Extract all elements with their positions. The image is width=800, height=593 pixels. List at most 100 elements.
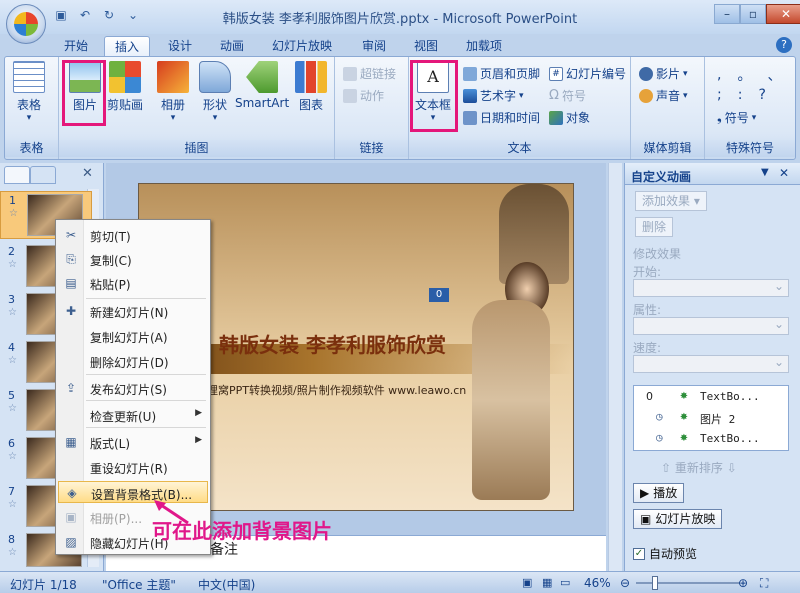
movie-button[interactable]: 影片 ▾ [639,65,688,82]
autopreview-checkbox[interactable]: ✓ 自动预览 [633,545,697,562]
punct-enum-comma[interactable]: 、 [767,65,781,85]
close-icon[interactable]: ✕ [779,166,789,180]
property-select[interactable] [633,317,789,335]
tab-insert[interactable]: 插入 [104,36,151,56]
clock-icon: ◷ [656,431,663,444]
album-icon [157,61,189,93]
tab-review[interactable]: 审阅 [352,36,396,56]
dropdown-arrow-icon: ▾ [212,113,218,123]
menu-reset-slide[interactable]: 重设幻灯片(R) [58,456,208,478]
group-label-media: 媒体剪辑 [631,140,704,157]
wordart-button[interactable]: 艺术字 ▾ [463,87,524,104]
chart-icon [295,61,327,93]
add-effect-button[interactable]: 添加效果 ▾ [635,191,707,211]
slide-number-button[interactable]: # 幻灯片编号 [549,65,626,82]
animation-star-icon: ☆ [8,355,17,366]
action-icon [343,88,357,103]
maximize-button[interactable]: ▫ [740,4,766,24]
help-icon[interactable]: ? [776,37,792,53]
close-icon[interactable]: ✕ [82,166,93,181]
group-links: 超链接 动作 链接 [335,57,409,159]
window-controls: – ▫ ✕ [714,4,800,24]
remove-effect-button[interactable]: 删除 [635,217,674,237]
tab-view[interactable]: 视图 [404,36,448,56]
animation-item[interactable]: ◷ ✸ 图片 2 [634,407,776,427]
property-label: 属性: [633,303,662,317]
clipart-button[interactable]: 剪贴画 [107,61,143,113]
menu-cut[interactable]: ✂ 剪切(T) [58,224,208,246]
punct-question[interactable]: ? [758,87,765,103]
tab-design[interactable]: 设计 [158,36,202,56]
datetime-button[interactable]: 日期和时间 [463,109,540,126]
group-media: 影片 ▾ 声音 ▾ 媒体剪辑 [631,57,705,159]
sound-button[interactable]: 声音 ▾ [639,87,688,104]
slideshow-view-icon[interactable]: ▭ [560,576,570,589]
format-background-icon: ◈ [67,486,77,500]
punct-comma[interactable]: , [717,67,721,83]
menu-check-updates[interactable]: 检查更新(U) ▶ [58,404,208,426]
smartart-icon [246,61,279,93]
slide-title[interactable]: 韩版女装 李孝利服饰欣赏 [219,329,446,358]
close-button[interactable]: ✕ [766,4,800,24]
slide-subtitle[interactable]: 狸窝PPT转换视频/照片制作视频软件 www.leawo.cn [207,382,466,398]
language-indicator[interactable]: 中文(中国) [198,576,255,593]
slide-count: 幻灯片 1/18 [10,578,77,592]
header-footer-button[interactable]: 页眉和页脚 [463,65,540,82]
fit-window-icon[interactable]: ⛶ [760,576,768,591]
shapes-button[interactable]: 形状 ▾ [199,61,231,123]
slideshow-button[interactable]: ▣ 幻灯片放映 [633,509,723,529]
zoom-slider-thumb[interactable] [652,576,658,590]
zoom-level[interactable]: 46% [584,576,611,590]
punct-semicolon[interactable]: ; [717,87,722,103]
animation-item[interactable]: 0 ✸ TextBo... [634,386,776,406]
move-down-icon[interactable]: ⇩ [727,461,737,475]
minimize-button[interactable]: – [714,4,740,24]
menu-duplicate-slide[interactable]: 复制幻灯片(A) [58,325,208,347]
scissors-icon: ✂ [65,228,77,242]
object-button[interactable]: 对象 [549,109,590,126]
smartart-label: SmartArt [235,96,290,110]
move-up-icon[interactable]: ⇧ [661,461,671,475]
tab-home[interactable]: 开始 [54,36,98,56]
menu-paste[interactable]: ▤ 粘贴(P) [58,272,208,294]
start-select[interactable] [633,279,789,297]
menu-separator [86,400,206,401]
play-button[interactable]: ▶ 播放 [633,483,685,503]
tab-slideshow[interactable]: 幻灯片放映 [262,36,342,56]
smartart-button[interactable]: SmartArt [235,61,289,110]
dropdown-arrow-icon[interactable]: ▼ [761,167,769,178]
edit-scrollbar[interactable] [608,163,622,571]
menu-copy[interactable]: ⎘ 复制(C) [58,248,208,270]
symbols-dropdown-button[interactable]: ❟ 符号 ▾ [717,109,756,126]
symbol-mark-icon: ❟ [717,110,722,124]
reorder-control[interactable]: ⇧ 重新排序 ⇩ [661,459,737,476]
checkmark-icon: ✓ [633,547,645,560]
symbol-button[interactable]: Ω 符号 [549,87,586,104]
album-button[interactable]: 相册 ▾ [157,61,189,123]
menu-new-slide[interactable]: ✚ 新建幻灯片(N) [58,300,208,322]
hyperlink-button[interactable]: 超链接 [343,65,396,82]
submenu-arrow-icon: ▶ [195,408,202,418]
animation-item[interactable]: ◷ ✸ TextBo... [634,428,776,448]
punct-period[interactable]: 。 [737,65,751,85]
menu-publish-slides[interactable]: ⇪ 发布幻灯片(S) [58,377,208,399]
group-label-table: 表格 [5,140,58,157]
chart-button[interactable]: 图表 [295,61,327,113]
normal-view-icon[interactable]: ▣ [522,576,532,589]
tab-slides[interactable] [4,166,30,184]
clipart-label: 剪贴画 [107,98,144,112]
hide-slide-icon: ▨ [65,535,77,549]
zoom-in-icon[interactable]: ⊕ [738,576,748,590]
office-button[interactable] [6,4,46,44]
speed-select[interactable] [633,355,789,373]
tab-outline[interactable] [30,166,56,184]
zoom-out-icon[interactable]: ⊖ [620,576,630,590]
sorter-view-icon[interactable]: ▦ [542,576,552,589]
menu-layout[interactable]: ▦ 版式(L) ▶ [58,431,208,453]
action-button[interactable]: 动作 [343,87,384,104]
punct-colon[interactable]: : [738,87,743,103]
table-button[interactable]: 表格 ▾ [13,61,45,123]
tab-animation[interactable]: 动画 [210,36,254,56]
tab-addins[interactable]: 加载项 [456,36,512,56]
menu-delete-slide[interactable]: 删除幻灯片(D) [58,350,208,372]
